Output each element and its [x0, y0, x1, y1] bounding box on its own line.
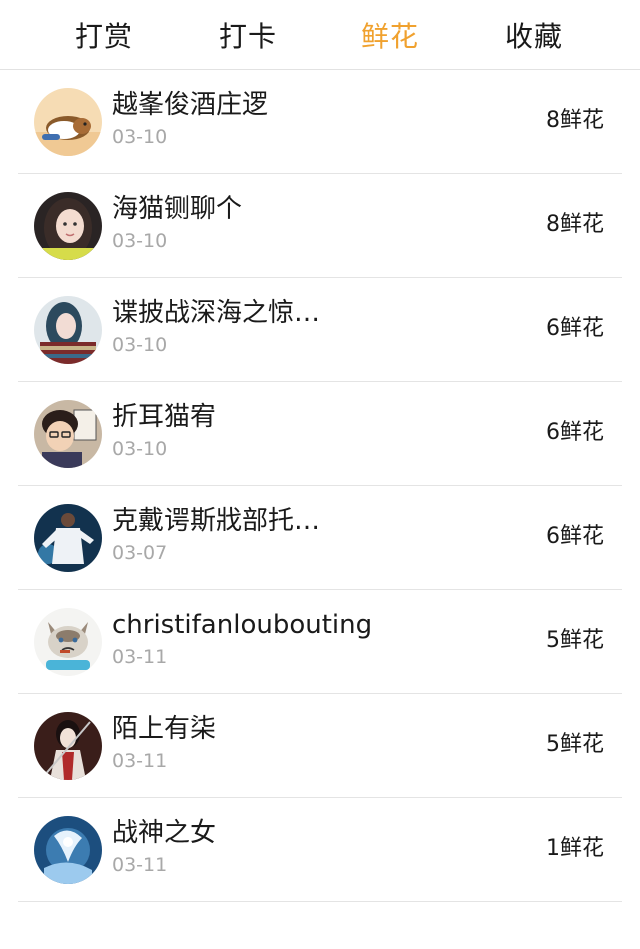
white-suit-avatar-icon[interactable] [34, 504, 102, 572]
gift-date: 03-10 [112, 126, 168, 148]
list-item[interactable]: 陌上有柒 03-11 5鲜花 [0, 694, 640, 798]
user-name: 海猫铡聊个 [112, 194, 243, 224]
user-name: christifanloubouting [112, 610, 373, 640]
gift-date: 03-10 [112, 438, 168, 460]
list-item[interactable]: 战神之女 03-11 1鲜花 [0, 798, 640, 902]
flower-amount: 8鲜花 [546, 108, 604, 133]
tab-bar: 打赏 打卡 鲜花 收藏 [0, 0, 640, 70]
flower-amount: 5鲜花 [546, 628, 604, 653]
gift-date: 03-10 [112, 334, 168, 356]
tab-favorites[interactable]: 收藏 [474, 0, 594, 70]
gift-date: 03-07 [112, 542, 168, 564]
list-item[interactable]: 越峯俊酒庄逻 03-10 8鲜花 [0, 70, 640, 174]
grumpy-cat-avatar-icon[interactable] [34, 608, 102, 676]
flower-amount: 8鲜花 [546, 212, 604, 237]
gift-date: 03-11 [112, 854, 168, 876]
tab-checkin[interactable]: 打卡 [188, 0, 308, 70]
tab-reward[interactable]: 打赏 [44, 0, 164, 70]
flower-amount: 6鲜花 [546, 524, 604, 549]
tab-flowers[interactable]: 鲜花 [330, 0, 450, 70]
gift-date: 03-10 [112, 230, 168, 252]
anime-boy-avatar-icon[interactable] [34, 400, 102, 468]
list-item[interactable]: 谍披战深海之惊… 03-10 6鲜花 [0, 278, 640, 382]
user-name: 谍披战深海之惊… [112, 298, 321, 328]
user-name: 陌上有柒 [112, 714, 217, 744]
flower-amount: 5鲜花 [546, 732, 604, 757]
gift-date: 03-11 [112, 750, 168, 772]
flower-amount: 1鲜花 [546, 836, 604, 861]
flower-list: 越峯俊酒庄逻 03-10 8鲜花 海猫铡聊个 03-10 8鲜花 谍披战深海之惊… [0, 70, 640, 902]
girl-photo-avatar-icon[interactable] [34, 192, 102, 260]
ice-warrior-avatar-icon[interactable] [34, 816, 102, 884]
list-item[interactable]: christifanloubouting 03-11 5鲜花 [0, 590, 640, 694]
user-name: 折耳猫宥 [112, 402, 217, 432]
user-name: 克戴谔斯戕部托… [112, 506, 321, 536]
list-item[interactable]: 海猫铡聊个 03-10 8鲜花 [0, 174, 640, 278]
flower-amount: 6鲜花 [546, 420, 604, 445]
gift-date: 03-11 [112, 646, 168, 668]
user-name: 越峯俊酒庄逻 [112, 90, 269, 120]
swordswoman-avatar-icon[interactable] [34, 712, 102, 780]
flower-amount: 6鲜花 [546, 316, 604, 341]
list-item[interactable]: 折耳猫宥 03-10 6鲜花 [0, 382, 640, 486]
user-name: 战神之女 [112, 818, 217, 848]
girl-blue-hair-avatar-icon[interactable] [34, 296, 102, 364]
hamster-avatar-icon[interactable] [34, 88, 102, 156]
list-item[interactable]: 克戴谔斯戕部托… 03-07 6鲜花 [0, 486, 640, 590]
